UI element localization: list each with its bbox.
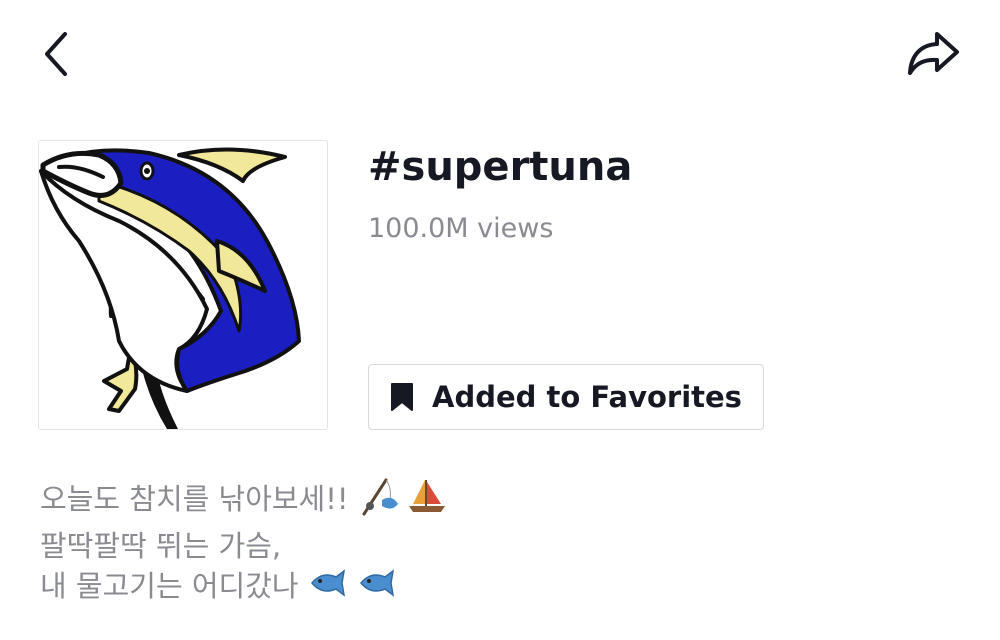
share-button[interactable]: [900, 26, 966, 80]
favorites-label: Added to Favorites: [432, 380, 742, 414]
fishing-pole-emoji: [358, 476, 398, 526]
description-line-2: 팔딱팔딱 뛰는 가슴,: [40, 529, 282, 563]
hashtag-cover-image[interactable]: [38, 140, 328, 430]
hashtag-description: 오늘도 참치를 낚아보세!! 팔딱팔딱 뛰는 가슴, 내 물고기는 어디갔나: [40, 476, 940, 609]
views-count: 100.0M views: [368, 213, 554, 244]
top-bar: [0, 0, 1000, 110]
description-line-1-text: 오늘도 참치를 낚아보세!!: [40, 482, 349, 516]
bookmark-icon: [391, 383, 414, 411]
added-to-favorites-button[interactable]: Added to Favorites: [368, 364, 764, 430]
hashtag-title: #supertuna: [368, 144, 633, 190]
fish-emoji: [357, 567, 397, 609]
share-arrow-icon: [908, 32, 959, 75]
description-line-3-text: 내 물고기는 어디갔나: [40, 569, 299, 603]
chevron-left-icon: [45, 32, 67, 76]
back-button[interactable]: [34, 28, 78, 80]
description-line-3: 내 물고기는 어디갔나: [40, 566, 940, 609]
tuna-illustration: [39, 147, 301, 429]
fish-emoji: [308, 567, 348, 609]
description-line-1: 오늘도 참치를 낚아보세!!: [40, 476, 940, 526]
sailboat-emoji: [407, 476, 447, 526]
